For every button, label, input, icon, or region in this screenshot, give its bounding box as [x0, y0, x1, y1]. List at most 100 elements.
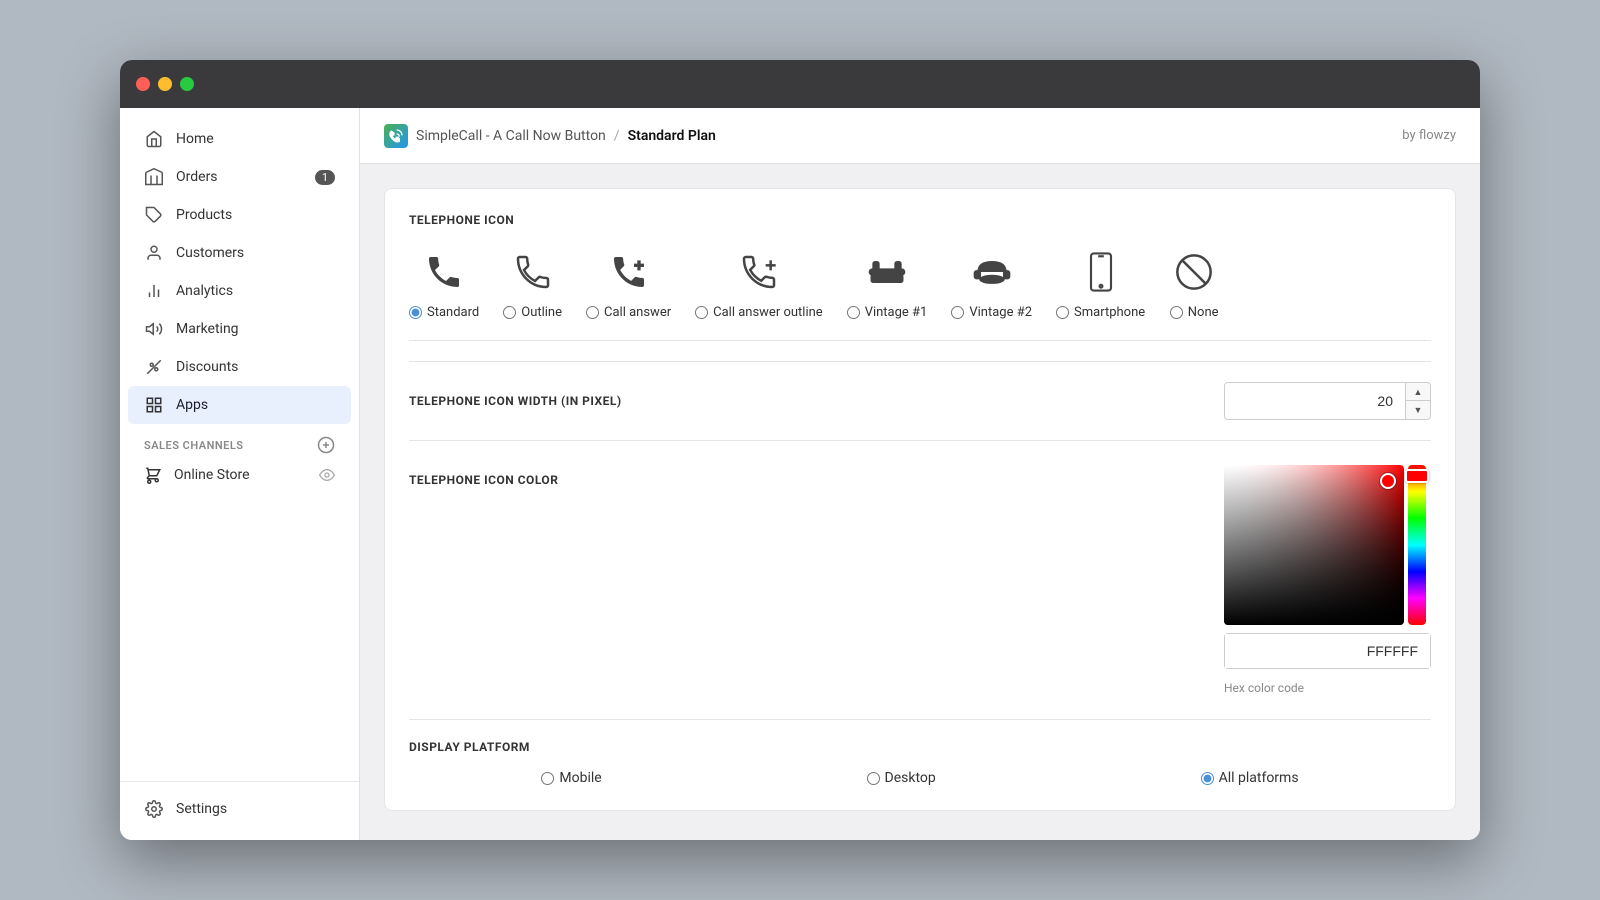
products-icon	[144, 205, 164, 225]
width-title: TELEPHONE ICON WIDTH (IN PIXEL)	[409, 394, 622, 408]
platform-desktop-radio[interactable]	[867, 772, 880, 785]
vintage2-radio-label[interactable]: Vintage #2	[951, 305, 1032, 320]
width-increment-button[interactable]: ▲	[1406, 383, 1430, 401]
standard-radio-label[interactable]: Standard	[409, 305, 479, 320]
discounts-icon	[144, 357, 164, 377]
vintage1-radio-label[interactable]: Vintage #1	[847, 305, 928, 320]
breadcrumb-current: Standard Plan	[628, 128, 716, 144]
icon-option-call-answer-outline[interactable]: Call answer outline	[695, 247, 823, 320]
sidebar-label-orders: Orders	[176, 169, 218, 185]
sidebar-item-products[interactable]: Products	[128, 196, 351, 234]
sidebar-item-orders[interactable]: Orders 1	[128, 158, 351, 196]
hex-input[interactable]	[1225, 634, 1430, 668]
icon-option-vintage2[interactable]: Vintage #2	[951, 247, 1032, 320]
sidebar-label-discounts: Discounts	[176, 359, 238, 375]
platform-mobile-label[interactable]: Mobile	[541, 770, 601, 786]
app-window: Home Orders 1	[120, 60, 1480, 840]
icon-option-call-answer[interactable]: Call answer	[586, 247, 671, 320]
maximize-button[interactable]	[180, 77, 194, 91]
sidebar-label-home: Home	[176, 131, 214, 147]
platform-options: Mobile Desktop All platforms	[409, 770, 1431, 786]
call-answer-outline-radio-label[interactable]: Call answer outline	[695, 305, 823, 320]
width-spinner: ▲ ▼	[1405, 383, 1430, 419]
online-store-icon	[144, 466, 162, 484]
outline-radio-label[interactable]: Outline	[503, 305, 562, 320]
standard-radio[interactable]	[409, 306, 422, 319]
add-channel-icon[interactable]	[317, 436, 335, 454]
sidebar-label-marketing: Marketing	[176, 321, 239, 337]
width-decrement-button[interactable]: ▼	[1406, 401, 1430, 419]
vintage2-icon	[967, 247, 1017, 297]
icon-option-none[interactable]: None	[1169, 247, 1219, 320]
minimize-button[interactable]	[158, 77, 172, 91]
icon-option-vintage1[interactable]: Vintage #1	[847, 247, 928, 320]
close-button[interactable]	[136, 77, 150, 91]
smartphone-radio[interactable]	[1056, 306, 1069, 319]
sidebar-label-analytics: Analytics	[176, 283, 233, 299]
sidebar: Home Orders 1	[120, 108, 360, 840]
main-content: SimpleCall - A Call Now Button / Standar…	[360, 108, 1480, 840]
color-picker-visual	[1224, 465, 1431, 625]
standard-phone-icon	[419, 247, 469, 297]
sidebar-label-products: Products	[176, 207, 232, 223]
vintage2-radio[interactable]	[951, 306, 964, 319]
outline-radio[interactable]	[503, 306, 516, 319]
vintage1-radio[interactable]	[847, 306, 860, 319]
color-cursor[interactable]	[1380, 473, 1396, 489]
smartphone-radio-label[interactable]: Smartphone	[1056, 305, 1145, 320]
none-icon	[1169, 247, 1219, 297]
breadcrumb-app-name: SimpleCall - A Call Now Button	[416, 128, 606, 144]
hue-strip[interactable]	[1408, 465, 1426, 625]
width-input[interactable]	[1225, 383, 1405, 419]
sidebar-item-settings[interactable]: Settings	[128, 790, 351, 828]
sidebar-label-settings: Settings	[176, 801, 227, 817]
none-radio-label[interactable]: None	[1170, 305, 1219, 320]
call-answer-radio[interactable]	[586, 306, 599, 319]
color-gradient-canvas[interactable]	[1224, 465, 1404, 625]
icon-option-standard[interactable]: Standard	[409, 247, 479, 320]
analytics-icon	[144, 281, 164, 301]
sidebar-item-marketing[interactable]: Marketing	[128, 310, 351, 348]
sidebar-item-home[interactable]: Home	[128, 120, 351, 158]
settings-card: TELEPHONE ICON	[384, 188, 1456, 811]
call-answer-outline-icon	[734, 247, 784, 297]
platform-all-radio[interactable]	[1201, 772, 1214, 785]
sidebar-nav: Home Orders 1	[120, 120, 359, 781]
platform-mobile-radio[interactable]	[541, 772, 554, 785]
telephone-icon-title: TELEPHONE ICON	[409, 213, 1431, 227]
color-section: TELEPHONE ICON COLOR	[409, 440, 1431, 719]
outline-phone-icon	[508, 247, 558, 297]
sidebar-item-customers[interactable]: Customers	[128, 234, 351, 272]
platform-desktop-label[interactable]: Desktop	[867, 770, 936, 786]
sidebar-item-analytics[interactable]: Analytics	[128, 272, 351, 310]
app-icon	[384, 124, 408, 148]
content-area: TELEPHONE ICON	[360, 164, 1480, 840]
call-answer-icon	[604, 247, 654, 297]
smartphone-icon	[1076, 247, 1126, 297]
sidebar-bottom: Settings	[120, 781, 359, 828]
sidebar-item-apps[interactable]: Apps	[128, 386, 351, 424]
display-platform-section: DISPLAY PLATFORM Mobile Desktop	[409, 719, 1431, 786]
sidebar-item-online-store[interactable]: Online Store	[128, 458, 351, 492]
hue-cursor[interactable]	[1405, 469, 1429, 483]
sidebar-item-discounts[interactable]: Discounts	[128, 348, 351, 386]
none-radio[interactable]	[1170, 306, 1183, 319]
platform-all-label[interactable]: All platforms	[1201, 770, 1299, 786]
by-flowzy-label: by flowzy	[1402, 128, 1456, 143]
call-answer-outline-radio[interactable]	[695, 306, 708, 319]
breadcrumb: SimpleCall - A Call Now Button / Standar…	[384, 124, 716, 148]
sidebar-label-online-store: Online Store	[174, 467, 250, 483]
sidebar-label-apps: Apps	[176, 397, 208, 413]
breadcrumb-separator: /	[614, 128, 620, 144]
icon-option-outline[interactable]: Outline	[503, 247, 562, 320]
sales-channels-label: SALES CHANNELS	[120, 424, 359, 458]
color-gradient-overlay	[1224, 465, 1404, 625]
customers-icon	[144, 243, 164, 263]
call-answer-radio-label[interactable]: Call answer	[586, 305, 671, 320]
width-section: TELEPHONE ICON WIDTH (IN PIXEL) ▲ ▼	[409, 361, 1431, 420]
marketing-icon	[144, 319, 164, 339]
color-title: TELEPHONE ICON COLOR	[409, 465, 558, 487]
color-picker-area: Hex color code	[1224, 465, 1431, 695]
online-store-eye-icon[interactable]	[319, 467, 335, 483]
icon-option-smartphone[interactable]: Smartphone	[1056, 247, 1145, 320]
